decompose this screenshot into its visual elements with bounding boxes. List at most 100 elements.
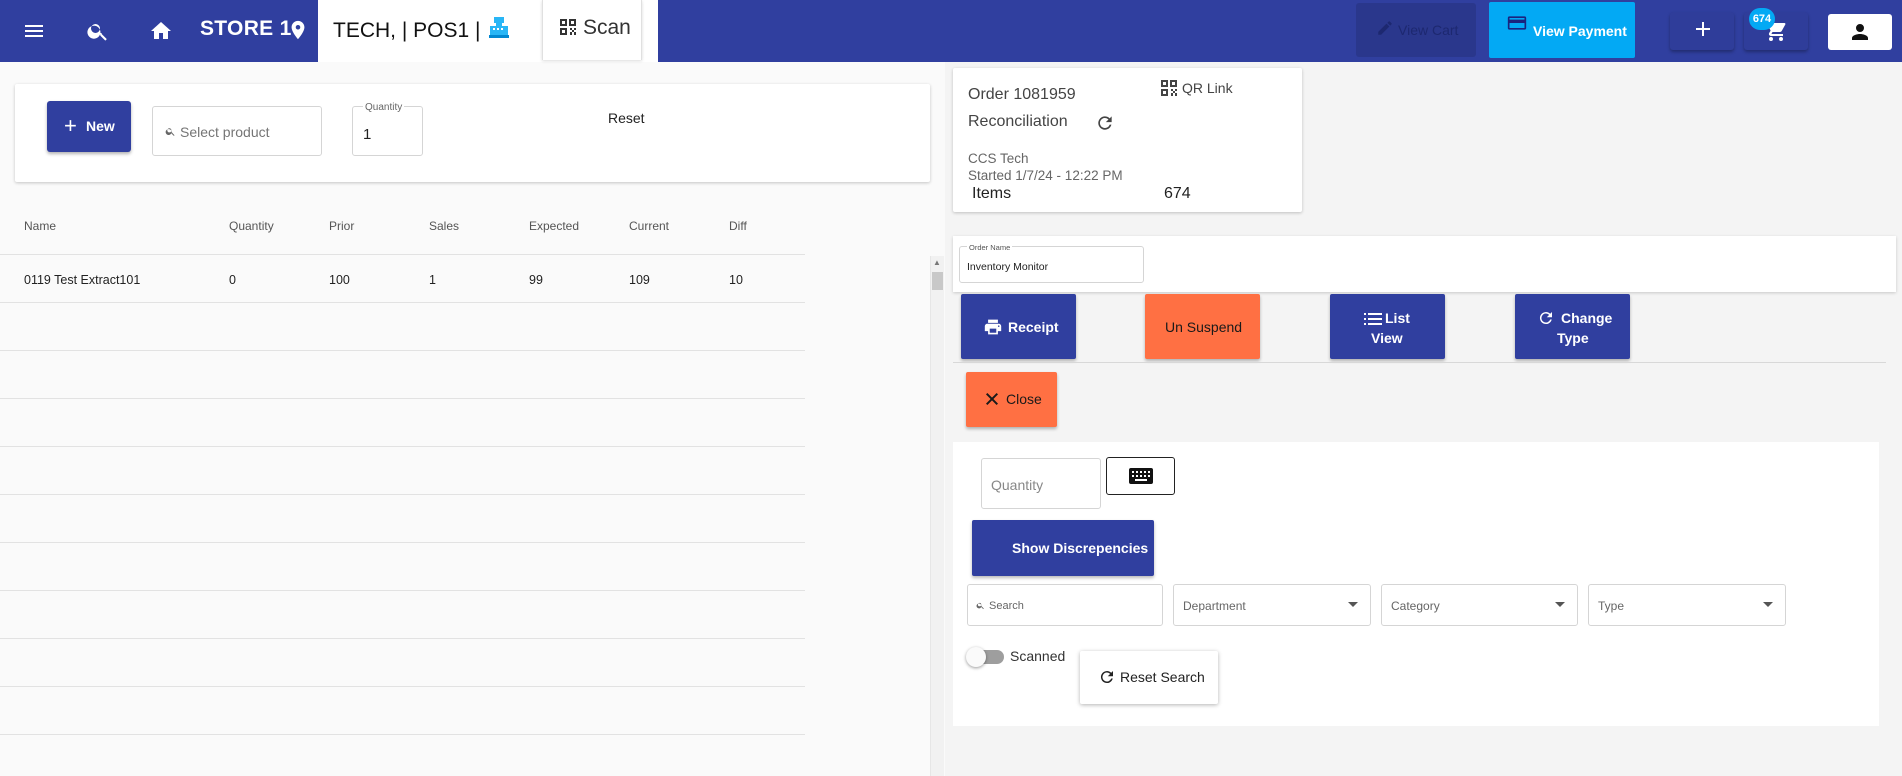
actions-divider (953, 362, 1886, 363)
list-view-button[interactable]: List View (1330, 294, 1445, 359)
reset-search-button[interactable]: Reset Search (1080, 651, 1218, 704)
quantity-field-value: 1 (363, 126, 372, 143)
type-select[interactable]: Type (1588, 584, 1786, 626)
keyboard-icon (1129, 468, 1153, 489)
row-divider (0, 302, 805, 303)
scan-button[interactable]: Scan (542, 0, 642, 60)
order-name-label: Order Name (967, 243, 1013, 252)
reset-button[interactable]: Reset (608, 110, 645, 126)
column-header-expected[interactable]: Expected (529, 219, 579, 233)
show-discrepancies-button[interactable]: Show Discrepencies (972, 520, 1154, 576)
list-icon (1364, 311, 1382, 330)
view-payment-label: View Payment (1533, 23, 1627, 39)
cell-diff: 10 (729, 273, 743, 287)
receipt-button[interactable]: Receipt (961, 294, 1076, 359)
qr-link-label: QR Link (1182, 80, 1233, 96)
view-payment-button[interactable]: View Payment (1489, 2, 1635, 58)
search-input[interactable]: Search (967, 584, 1163, 626)
cell-current: 109 (629, 273, 650, 287)
cell-sales: 1 (429, 273, 436, 287)
menu-icon[interactable] (20, 17, 48, 45)
row-divider (0, 494, 805, 495)
cell-name: 0119 Test Extract101 (24, 273, 141, 287)
qr-code-icon (1160, 79, 1178, 100)
column-header-sales[interactable]: Sales (429, 219, 459, 233)
unsuspend-button[interactable]: Un Suspend (1145, 294, 1260, 359)
table-header-divider (0, 254, 805, 255)
row-divider (0, 350, 805, 351)
department-label: Department (1183, 599, 1246, 613)
home-icon[interactable] (147, 17, 175, 45)
refresh-icon[interactable] (1095, 113, 1115, 138)
print-icon (983, 318, 1003, 339)
list-view-label-line1: List (1385, 310, 1410, 326)
row-divider (0, 686, 805, 687)
search-icon (165, 124, 176, 142)
close-button[interactable]: Close (966, 372, 1057, 427)
department-select[interactable]: Department (1173, 584, 1371, 626)
row-divider (0, 542, 805, 543)
category-select[interactable]: Category (1381, 584, 1578, 626)
credit-card-icon (1507, 14, 1527, 35)
refresh-icon (1537, 309, 1555, 330)
view-cart-button[interactable]: View Cart (1356, 3, 1476, 57)
dropdown-arrow-icon (1555, 602, 1565, 607)
table-scrollbar[interactable] (930, 256, 944, 776)
items-count: 674 (1164, 185, 1191, 202)
new-label: New (86, 118, 115, 134)
cart-count-badge: 674 (1749, 8, 1775, 30)
receipt-label: Receipt (1008, 319, 1059, 335)
quantity-input[interactable]: Quantity (981, 458, 1101, 509)
cell-prior: 100 (329, 273, 350, 287)
order-started: Started 1/7/24 - 12:22 PM (968, 168, 1123, 183)
user-account-button[interactable] (1828, 14, 1892, 50)
cash-register-icon[interactable] (485, 14, 513, 42)
edit-icon (1376, 19, 1394, 40)
change-type-button[interactable]: Change Type (1515, 294, 1630, 359)
search-icon[interactable] (84, 17, 112, 45)
row-divider (0, 734, 805, 735)
row-divider (0, 446, 805, 447)
cell-quantity: 0 (229, 273, 236, 287)
column-header-diff[interactable]: Diff (729, 219, 747, 233)
plus-icon (1694, 20, 1712, 43)
view-cart-label: View Cart (1398, 22, 1459, 38)
order-name-value: Inventory Monitor (967, 261, 1049, 273)
column-header-name[interactable]: Name (24, 219, 56, 233)
close-icon (984, 391, 1000, 410)
scroll-up-arrow-icon[interactable]: ▲ (933, 258, 941, 267)
category-label: Category (1391, 599, 1440, 613)
order-user: CCS Tech (968, 151, 1029, 166)
scan-label: Scan (583, 16, 631, 39)
store-name[interactable]: STORE 1 (200, 17, 292, 41)
list-view-label-line2: View (1371, 330, 1403, 346)
unsuspend-label: Un Suspend (1165, 319, 1243, 335)
new-button[interactable]: + New (47, 101, 131, 152)
show-discrepancies-label: Show Discrepencies (1012, 540, 1149, 556)
add-button[interactable] (1670, 12, 1734, 50)
scrollbar-thumb[interactable] (932, 272, 943, 290)
column-header-current[interactable]: Current (629, 219, 669, 233)
select-product-input[interactable]: Select product (152, 106, 322, 156)
items-label: Items (972, 185, 1012, 202)
quantity-field-label: Quantity (363, 102, 405, 113)
type-label: Type (1598, 599, 1625, 613)
column-header-quantity[interactable]: Quantity (229, 219, 274, 233)
order-name-input[interactable]: Order Name Inventory Monitor (959, 243, 1144, 283)
row-divider (0, 638, 805, 639)
quantity-field[interactable]: Quantity 1 (352, 102, 423, 156)
keyboard-button[interactable] (1106, 457, 1175, 495)
plus-icon: + (64, 113, 77, 138)
search-icon (976, 599, 985, 613)
quantity-placeholder: Quantity (991, 477, 1044, 493)
row-divider (0, 590, 805, 591)
order-type: Reconciliation (968, 113, 1068, 130)
search-placeholder: Search (989, 600, 1024, 612)
scanned-toggle-knob[interactable] (966, 647, 986, 667)
dropdown-arrow-icon (1763, 602, 1773, 607)
dropdown-arrow-icon (1348, 602, 1358, 607)
refresh-icon (1098, 668, 1116, 689)
register-label[interactable]: TECH, | POS1 | (333, 19, 480, 43)
column-header-prior[interactable]: Prior (329, 219, 354, 233)
person-icon (1848, 20, 1872, 49)
